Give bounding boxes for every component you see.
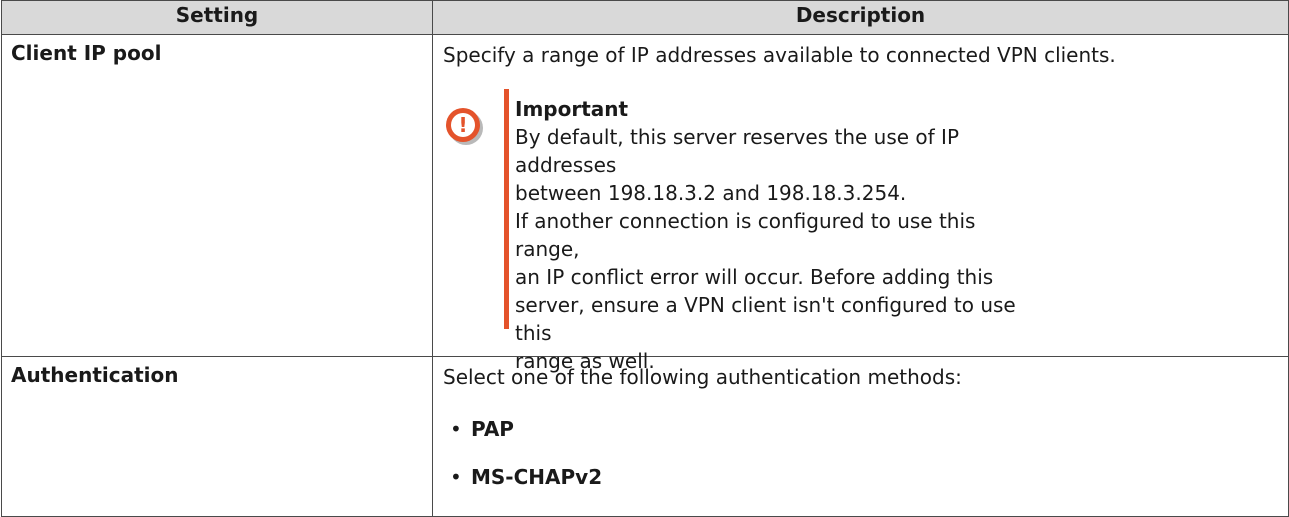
list-item: • MS-CHAPv2 xyxy=(443,453,1288,501)
column-header-description: Description xyxy=(432,0,1289,35)
important-icon: ! xyxy=(446,108,480,142)
list-item: • PAP xyxy=(443,405,1288,453)
settings-table: Setting Description Client IP pool Speci… xyxy=(1,0,1289,517)
description-text: Specify a range of IP addresses availabl… xyxy=(443,43,1116,67)
bullet-icon: • xyxy=(450,465,462,489)
note-body: Important By default, this server reserv… xyxy=(515,95,1035,375)
note-accent-bar xyxy=(504,89,509,329)
setting-name-authentication: Authentication xyxy=(1,356,433,517)
auth-method-pap: PAP xyxy=(471,417,514,441)
table-header-row: Setting Description xyxy=(1,0,1289,35)
column-header-setting: Setting xyxy=(1,0,433,35)
setting-name-client-ip-pool: Client IP pool xyxy=(1,34,433,357)
note-line: By default, this server reserves the use… xyxy=(515,125,960,177)
description-cell: Select one of the following authenticati… xyxy=(432,356,1289,517)
note-line: between 198.18.3.2 and 198.18.3.254. xyxy=(515,181,907,205)
table-row: Client IP pool Specify a range of IP add… xyxy=(1,34,1289,373)
note-line: If another connection is configured to u… xyxy=(515,209,976,261)
table-row: Authentication Select one of the followi… xyxy=(1,356,1289,517)
auth-method-ms-chapv2: MS-CHAPv2 xyxy=(471,465,603,489)
note-line: an IP conflict error will occur. Before … xyxy=(515,265,994,289)
important-note: ! Important By default, this server rese… xyxy=(443,89,1288,373)
note-line: server, ensure a VPN client isn't config… xyxy=(515,293,1016,345)
description-cell: Specify a range of IP addresses availabl… xyxy=(432,34,1289,373)
bullet-icon: • xyxy=(450,417,462,441)
auth-method-list: • PAP • MS-CHAPv2 xyxy=(443,405,1288,501)
note-title: Important xyxy=(515,97,629,121)
note-line: range as well. xyxy=(515,349,655,373)
